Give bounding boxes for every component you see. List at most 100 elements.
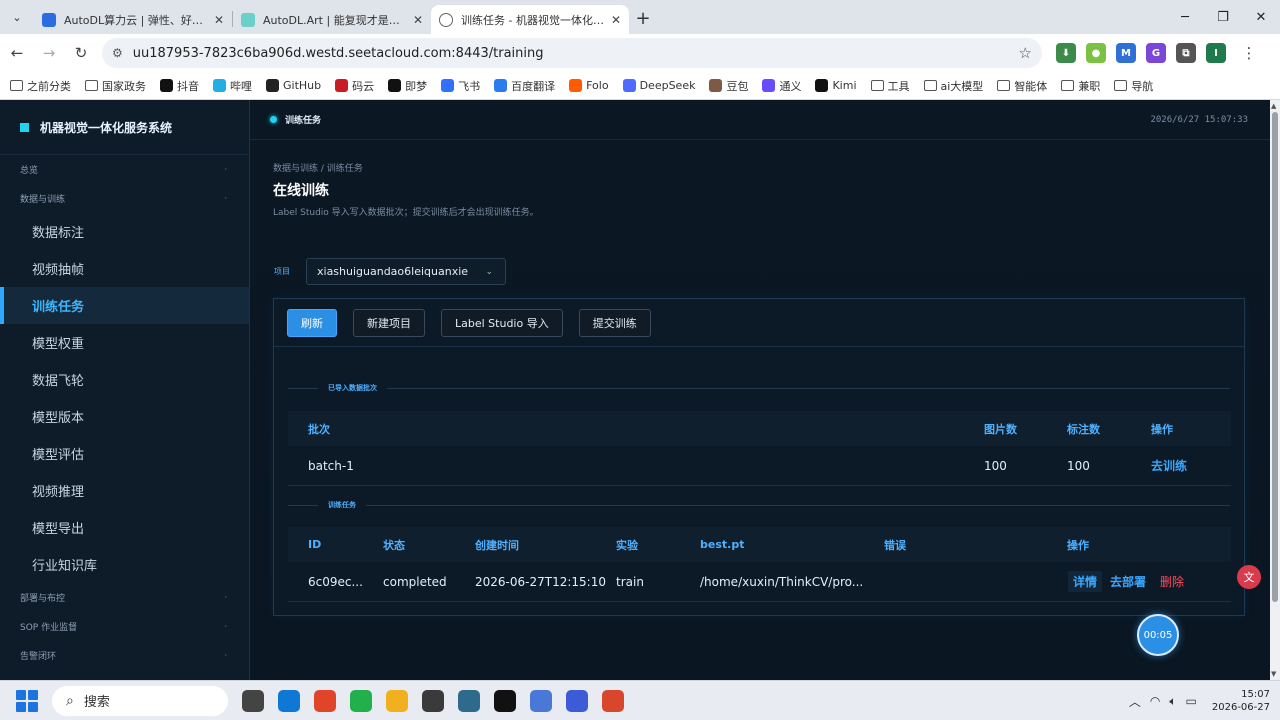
tray-chevron-icon[interactable]: ︿ [1129,693,1141,710]
bookmark-item[interactable]: Folo [569,79,609,92]
timer-badge[interactable]: 00:05 [1137,614,1179,656]
bookmark-item[interactable]: 通义 [762,78,801,94]
scroll-up-icon[interactable]: ▲ [1271,102,1276,110]
label-studio-import-button[interactable]: Label Studio 导入 [441,308,563,337]
address-bar[interactable]: ⚙ uu187953-7823c6ba906d.westd.seetacloud… [102,38,1042,68]
taskbar-app-icon[interactable] [386,689,408,712]
taskbar-app-icon[interactable] [278,689,300,712]
sidebar-item[interactable]: 模型导出 [0,509,249,546]
bookmark-item[interactable]: ai大模型 [923,78,983,94]
sidebar-group-label: 数据与训练 [20,195,66,205]
minimize-icon[interactable]: ─ [1166,0,1204,34]
new-project-button[interactable]: 新建项目 [353,308,425,337]
site-info-icon[interactable]: ⚙ [112,46,123,60]
detail-link[interactable]: 详情 [1068,571,1103,592]
bookmark-item[interactable]: 即梦 [388,78,427,94]
tab-search-icon[interactable]: ⌄ [4,4,30,30]
tab-autodl-art[interactable]: AutoDL.Art | 能复现才是好算法 ✕ [233,5,431,34]
taskbar-app-icon[interactable] [350,689,372,712]
forward-icon[interactable]: → [34,38,64,68]
submit-training-button[interactable]: 提交训练 [578,308,651,337]
sidebar-item[interactable]: 视频抽帧 [0,250,249,287]
translate-icon[interactable]: 文 [1237,565,1261,589]
bookmark-item[interactable]: 抖音 [160,78,199,94]
bookmark-item[interactable]: 工具 [870,78,910,94]
scrollbar-thumb[interactable] [1272,112,1278,602]
bookmark-item[interactable]: 码云 [335,78,374,94]
bookmarks-bar: 之前分类 国家政务 抖音 哔哩 GitHub 码云 即梦 飞书 百度翻译 Folo DeepSeek… [0,72,1280,100]
taskbar-search[interactable]: ⌕ 搜索 [52,685,228,716]
sidebar-item[interactable]: 视频推理 [0,472,249,509]
wifi-icon[interactable]: ◠ [1150,694,1160,708]
bookmark-item[interactable]: 国家政务 [85,78,146,94]
extension-icon[interactable]: ● [1086,43,1106,63]
autodl-art-favicon-icon [241,12,255,27]
sidebar-item[interactable]: 模型评估 [0,435,249,472]
extension-icon[interactable]: I [1206,43,1226,63]
bookmark-item[interactable]: Kimi [815,79,857,92]
table-row: batch-1 100 100 去训练 [288,446,1231,486]
sidebar-item[interactable]: 行业知识库 [0,546,249,583]
sidebar-item[interactable]: 模型权重 [0,324,249,361]
bookmark-item[interactable]: 兼职 [1061,78,1100,94]
taskbar-app-icon[interactable] [242,689,264,712]
project-select[interactable]: xiashuiguandao6leiquanxie ⌄ [306,258,506,285]
tab-training[interactable]: 训练任务 - 机器视觉一体化服务系统 ✕ [431,5,629,34]
new-tab-button[interactable]: + [629,4,657,32]
sidebar-group[interactable]: SOP 作业监督 · [0,612,249,641]
taskbar-app-icon[interactable] [314,689,336,712]
restore-icon[interactable]: ❐ [1204,0,1242,34]
close-window-icon[interactable]: ✕ [1242,0,1280,34]
sidebar-group[interactable]: 总览 · [0,155,249,184]
close-tab-icon[interactable]: ✕ [413,13,423,27]
sidebar-item[interactable]: 数据飞轮 [0,361,249,398]
bookmark-item[interactable]: GitHub [266,79,321,92]
taskbar-app-icon[interactable] [422,689,444,712]
sidebar-group[interactable]: 部署与布控 · [0,583,249,612]
bookmark-item[interactable]: 豆包 [709,78,748,94]
taskbar-app-icon[interactable] [530,689,552,712]
sidebar-item[interactable]: 数据标注 [0,213,249,250]
sidebar-group-label: SOP 作业监督 [20,623,78,633]
bookmark-star-icon[interactable]: ☆ [1019,44,1032,62]
taskbar-app-icon[interactable] [602,689,624,712]
browser-menu-icon[interactable]: ⋮ [1234,38,1264,68]
bookmark-item[interactable]: 之前分类 [10,78,71,94]
window-controls: ─ ❐ ✕ [1166,0,1280,34]
windows-start-icon[interactable] [16,689,38,712]
extension-icon[interactable]: M [1116,43,1136,63]
bookmark-item[interactable]: 飞书 [441,78,480,94]
sidebar: 机器视觉一体化服务系统 总览 · 数据与训练 · 数据标注 视频抽帧 训练任务 模型权重 数据飞… [0,100,250,680]
close-tab-icon[interactable]: ✕ [214,13,224,27]
taskbar-clock[interactable]: 15:07 2026-06-27 [1212,688,1270,714]
tab-title: AutoDL.Art | 能复现才是好算法 [263,13,407,27]
sidebar-item[interactable]: 训练任务 [0,287,249,324]
battery-icon[interactable]: ▭ [1186,694,1197,708]
sidebar-item[interactable]: 模型版本 [0,398,249,435]
bookmark-item[interactable]: 导航 [1114,78,1153,94]
close-tab-icon[interactable]: ✕ [611,13,621,27]
extension-icon[interactable]: G [1146,43,1166,63]
extension-icon[interactable]: ⧉ [1176,43,1196,63]
page-scrollbar[interactable]: ▲ ▼ [1270,100,1280,680]
delete-link[interactable]: 删除 [1160,573,1184,590]
tab-autodl[interactable]: AutoDL算力云 | 弹性、好用、省 ✕ [34,5,232,34]
taskbar-app-icon[interactable] [566,689,588,712]
extension-icon[interactable]: ⬇ [1056,43,1076,63]
taskbar-app-icon[interactable] [458,689,480,712]
sidebar-group[interactable]: 告警闭环 · [0,641,249,670]
bookmark-item[interactable]: 百度翻译 [494,78,555,94]
refresh-button[interactable]: 刷新 [287,308,337,337]
bookmark-item[interactable]: 智能体 [997,78,1047,94]
sidebar-group[interactable]: 数据与训练 · [0,184,249,213]
bookmark-item[interactable]: DeepSeek [622,79,695,92]
chevron-icon: · [224,593,227,602]
go-train-link[interactable]: 去训练 [1151,457,1187,474]
scroll-down-icon[interactable]: ▼ [1271,670,1276,678]
volume-icon[interactable]: 🔈︎ [1169,694,1176,709]
reload-icon[interactable]: ↻ [66,38,96,68]
back-icon[interactable]: ← [2,38,32,68]
bookmark-item[interactable]: 哔哩 [213,78,252,94]
taskbar-app-icon[interactable] [494,689,516,712]
deploy-link[interactable]: 去部署 [1110,573,1146,590]
